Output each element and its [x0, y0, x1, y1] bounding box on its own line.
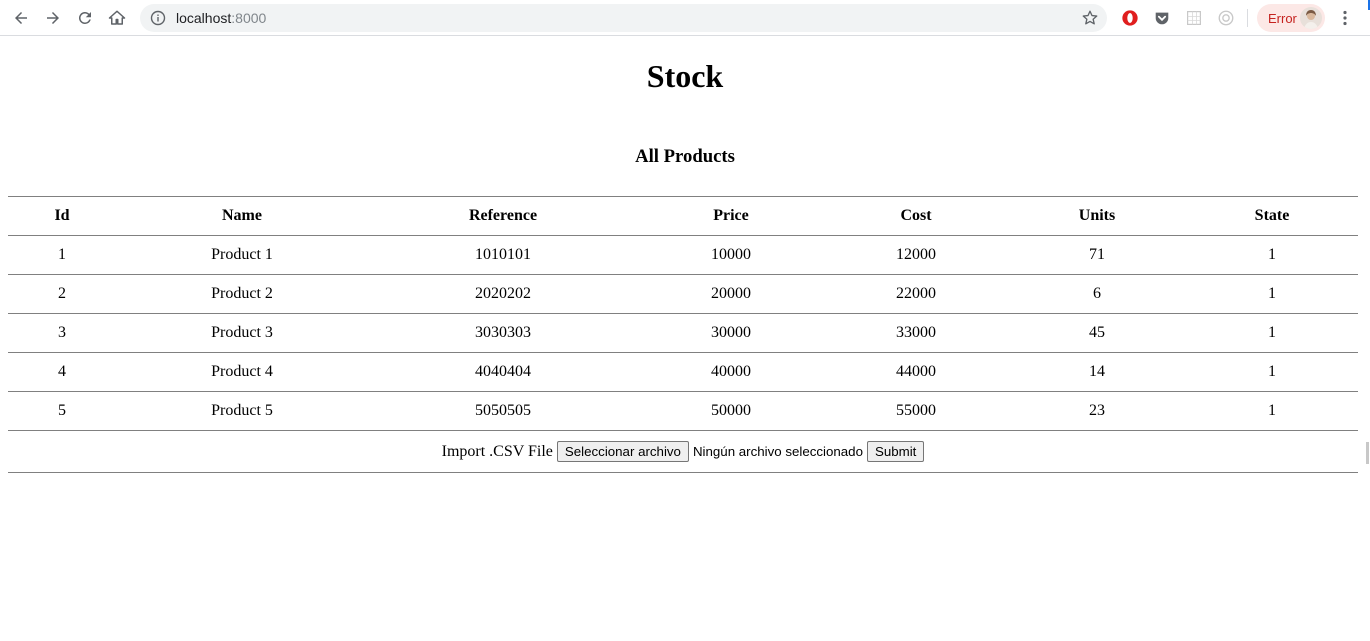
toolbar-divider	[1247, 9, 1248, 27]
table-header-row: Id Name Reference Price Cost Units State	[8, 196, 1358, 236]
cell-reference: 4040404	[368, 352, 638, 392]
url-text: localhost:8000	[176, 10, 267, 26]
table-row: 3 Product 3 3030303 30000 33000 45 1	[8, 313, 1358, 353]
scrollbar-marker[interactable]	[1366, 442, 1369, 464]
column-header-reference: Reference	[368, 196, 638, 236]
cell-state: 1	[1186, 235, 1358, 275]
cell-units: 71	[1008, 235, 1186, 275]
cell-units: 23	[1008, 391, 1186, 431]
column-header-price: Price	[638, 196, 824, 236]
table-row: 5 Product 5 5050505 50000 55000 23 1	[8, 391, 1358, 431]
cell-state: 1	[1186, 313, 1358, 353]
cell-cost: 55000	[824, 391, 1008, 431]
cell-reference: 1010101	[368, 235, 638, 275]
page-title: Stock	[646, 58, 724, 94]
import-label: Import .CSV File	[441, 442, 553, 460]
import-csv-form: Import .CSV File Seleccionar archivo Nin…	[442, 441, 925, 462]
cell-id: 2	[8, 274, 116, 314]
products-table: Id Name Reference Price Cost Units State…	[8, 196, 1358, 473]
cell-price: 40000	[638, 352, 824, 392]
kebab-menu-icon[interactable]	[1335, 8, 1355, 28]
star-icon[interactable]	[1081, 9, 1099, 27]
cell-price: 10000	[638, 235, 824, 275]
cell-units: 45	[1008, 313, 1186, 353]
cell-id: 1	[8, 235, 116, 275]
profile-error-chip[interactable]: Error	[1257, 4, 1325, 32]
cell-id: 3	[8, 313, 116, 353]
info-icon[interactable]	[150, 10, 166, 26]
cell-reference: 2020202	[368, 274, 638, 314]
column-header-units: Units	[1008, 196, 1186, 236]
reload-icon[interactable]	[69, 2, 101, 34]
import-row: Import .CSV File Seleccionar archivo Nin…	[8, 430, 1358, 473]
avatar	[1300, 7, 1322, 29]
pocket-extension-icon[interactable]	[1152, 8, 1172, 28]
column-header-cost: Cost	[824, 196, 1008, 236]
cell-name: Product 4	[116, 352, 368, 392]
cell-price: 20000	[638, 274, 824, 314]
cell-cost: 44000	[824, 352, 1008, 392]
cell-name: Product 2	[116, 274, 368, 314]
cell-units: 6	[1008, 274, 1186, 314]
cell-id: 5	[8, 391, 116, 431]
table-row: 2 Product 2 2020202 20000 22000 6 1	[8, 274, 1358, 314]
back-arrow-icon[interactable]	[5, 2, 37, 34]
file-status-text: Ningún archivo seleccionado	[692, 444, 863, 459]
home-icon[interactable]	[101, 2, 133, 34]
submit-button[interactable]: Submit	[866, 441, 925, 462]
cell-cost: 33000	[824, 313, 1008, 353]
cell-id: 4	[8, 352, 116, 392]
target-extension-icon[interactable]	[1216, 8, 1236, 28]
cell-cost: 22000	[824, 274, 1008, 314]
choose-file-button[interactable]: Seleccionar archivo	[556, 441, 689, 462]
cell-name: Product 3	[116, 313, 368, 353]
cell-reference: 3030303	[368, 313, 638, 353]
table-row: 4 Product 4 4040404 40000 44000 14 1	[8, 352, 1358, 392]
cell-price: 50000	[638, 391, 824, 431]
opera-extension-icon[interactable]	[1120, 8, 1140, 28]
cell-name: Product 5	[116, 391, 368, 431]
address-bar[interactable]: localhost:8000	[140, 4, 1107, 32]
cell-cost: 12000	[824, 235, 1008, 275]
column-header-name: Name	[116, 196, 368, 236]
column-header-id: Id	[8, 196, 116, 236]
grid-extension-icon[interactable]	[1184, 8, 1204, 28]
import-cell: Import .CSV File Seleccionar archivo Nin…	[8, 430, 1358, 473]
cell-state: 1	[1186, 352, 1358, 392]
forward-arrow-icon[interactable]	[37, 2, 69, 34]
column-header-state: State	[1186, 196, 1358, 236]
cell-state: 1	[1186, 274, 1358, 314]
cell-state: 1	[1186, 391, 1358, 431]
error-label: Error	[1268, 10, 1297, 26]
cell-units: 14	[1008, 352, 1186, 392]
browser-toolbar: localhost:8000 Error	[0, 0, 1370, 36]
cell-price: 30000	[638, 313, 824, 353]
section-title: All Products	[635, 146, 735, 167]
table-row: 1 Product 1 1010101 10000 12000 71 1	[8, 235, 1358, 275]
cell-name: Product 1	[116, 235, 368, 275]
cell-reference: 5050505	[368, 391, 638, 431]
